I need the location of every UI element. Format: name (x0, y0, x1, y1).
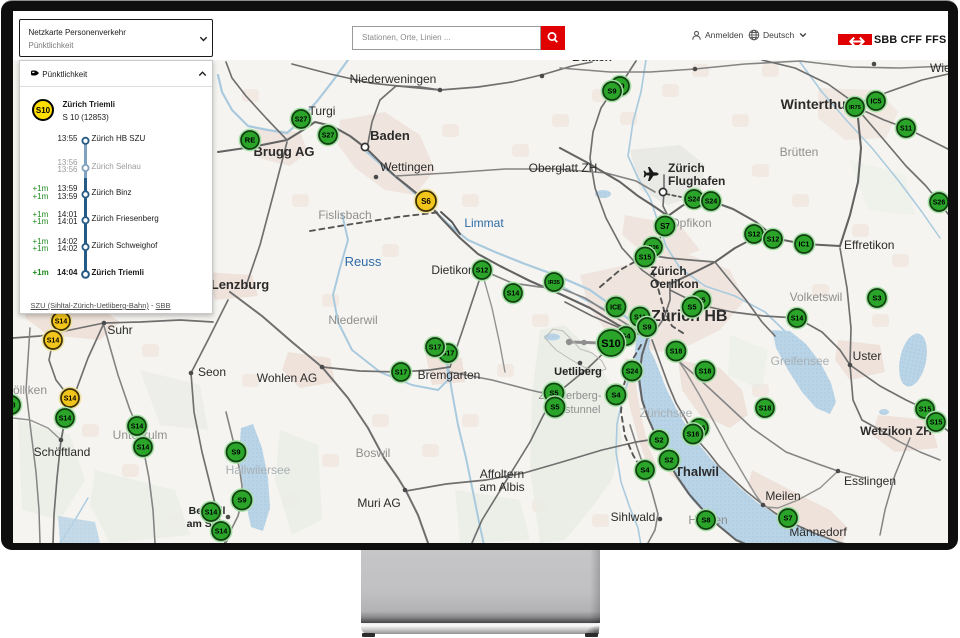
svg-text:Effretikon: Effretikon (844, 238, 894, 252)
svg-text:Wetzikon ZH: Wetzikon ZH (860, 424, 932, 438)
svg-text:Niederweningen: Niederweningen (350, 72, 437, 86)
svg-text:Zürich: Zürich (650, 264, 687, 278)
svg-text:Zürich: Zürich (668, 161, 705, 175)
svg-text:Sihlwald: Sihlwald (611, 510, 656, 524)
svg-text:Suhr: Suhr (107, 323, 132, 337)
svg-text:Brugg AG: Brugg AG (254, 144, 315, 159)
svg-text:S14: S14 (59, 416, 72, 423)
svg-text:Seon: Seon (198, 365, 226, 379)
svg-text:S18: S18 (759, 406, 772, 413)
svg-text:am Albis: am Albis (479, 480, 524, 494)
svg-text:S24: S24 (688, 197, 701, 204)
svg-text:S16: S16 (687, 432, 700, 439)
svg-text:Boswil: Boswil (356, 446, 391, 460)
svg-text:S2: S2 (654, 436, 663, 445)
svg-text:S14: S14 (791, 316, 804, 323)
svg-text:Hallwilersee: Hallwilersee (226, 463, 291, 477)
svg-text:S15: S15 (930, 420, 943, 427)
svg-text:S11: S11 (900, 126, 912, 133)
svg-text:Oerlikon: Oerlikon (650, 277, 699, 291)
svg-text:S5: S5 (687, 303, 696, 312)
svg-text:Greifensee: Greifensee (771, 354, 830, 368)
svg-text:S9: S9 (642, 323, 651, 332)
svg-text:S2: S2 (664, 456, 673, 465)
svg-text:S18: S18 (699, 369, 712, 376)
svg-text:Winterthur: Winterthur (781, 96, 852, 112)
svg-text:S4: S4 (611, 391, 621, 400)
svg-text:Männedorf: Männedorf (789, 525, 847, 539)
svg-text:S7: S7 (660, 222, 670, 231)
svg-text:S17: S17 (429, 345, 442, 352)
svg-text:S14: S14 (215, 529, 228, 536)
svg-text:Volketswil: Volketswil (790, 290, 843, 304)
svg-text:S6: S6 (421, 197, 431, 206)
svg-text:S15: S15 (919, 407, 932, 414)
svg-text:S12: S12 (767, 237, 780, 244)
svg-text:Uster: Uster (853, 349, 882, 363)
svg-text:Flughafen: Flughafen (668, 174, 725, 188)
svg-text:S14: S14 (205, 510, 218, 517)
svg-text:Fislisbach: Fislisbach (318, 208, 371, 222)
svg-text:Dietikon: Dietikon (431, 263, 474, 277)
svg-text:Thalwil: Thalwil (675, 464, 719, 479)
svg-text:S4: S4 (640, 466, 650, 475)
svg-text:Oberglatt ZH: Oberglatt ZH (529, 161, 598, 175)
svg-text:ICE: ICE (610, 305, 622, 312)
svg-text:S24: S24 (705, 199, 718, 206)
svg-text:S14: S14 (137, 445, 150, 452)
svg-text:Wettingen: Wettingen (380, 160, 434, 174)
svg-text:S15: S15 (639, 255, 652, 262)
svg-text:S14: S14 (64, 396, 77, 403)
svg-text:Affoltern: Affoltern (480, 467, 524, 481)
svg-text:Muri AG: Muri AG (357, 496, 400, 510)
svg-text:S18: S18 (670, 349, 683, 356)
svg-text:S26: S26 (933, 200, 946, 207)
svg-text:S14: S14 (55, 319, 68, 326)
svg-text:S7: S7 (783, 514, 792, 523)
svg-text:S10: S10 (35, 106, 50, 115)
svg-text:Baden: Baden (370, 128, 410, 143)
svg-text:Lenzburg: Lenzburg (211, 277, 270, 292)
svg-text:Bülach: Bülach (572, 60, 612, 64)
svg-text:S9: S9 (607, 87, 616, 96)
svg-text:S17: S17 (395, 370, 408, 377)
svg-text:S3: S3 (872, 294, 881, 303)
svg-text:S10: S10 (601, 338, 621, 350)
svg-text:Bremgarten: Bremgarten (418, 368, 481, 382)
svg-text:S24: S24 (626, 369, 639, 376)
svg-text:Wiesendangen: Wiesendangen (930, 61, 948, 75)
svg-text:Niederwil: Niederwil (328, 313, 377, 327)
svg-text:Esslingen: Esslingen (844, 474, 896, 488)
svg-text:S14: S14 (131, 424, 144, 431)
svg-text:S8: S8 (13, 401, 16, 410)
svg-text:S12: S12 (748, 232, 761, 239)
svg-text:Turgi: Turgi (309, 104, 336, 118)
svg-text:Uetliberg: Uetliberg (554, 366, 602, 378)
svg-text:IC1: IC1 (799, 242, 810, 249)
svg-text:S14: S14 (507, 291, 520, 298)
svg-text:S12: S12 (476, 268, 489, 275)
svg-text:Meilen: Meilen (765, 489, 800, 503)
svg-text:Brütten: Brütten (780, 145, 819, 159)
svg-text:S14: S14 (47, 338, 60, 345)
svg-text:Zürichsee: Zürichsee (640, 406, 693, 420)
svg-text:Reuss: Reuss (345, 254, 382, 269)
svg-text:S27: S27 (322, 133, 335, 140)
svg-text:Schöftland: Schöftland (34, 445, 91, 459)
svg-text:Limmat: Limmat (464, 216, 504, 230)
svg-text:IR75: IR75 (849, 105, 861, 111)
svg-text:Kölliken: Kölliken (13, 383, 47, 397)
svg-text:IR35: IR35 (548, 280, 560, 286)
svg-text:S27: S27 (295, 117, 308, 124)
svg-text:IC5: IC5 (871, 99, 882, 106)
svg-text:S9: S9 (231, 448, 240, 457)
svg-text:Wohlen AG: Wohlen AG (257, 371, 317, 385)
svg-text:S8: S8 (701, 516, 710, 525)
svg-text:RE: RE (245, 136, 255, 145)
svg-text:S9: S9 (237, 496, 246, 505)
svg-text:S5: S5 (550, 403, 559, 412)
